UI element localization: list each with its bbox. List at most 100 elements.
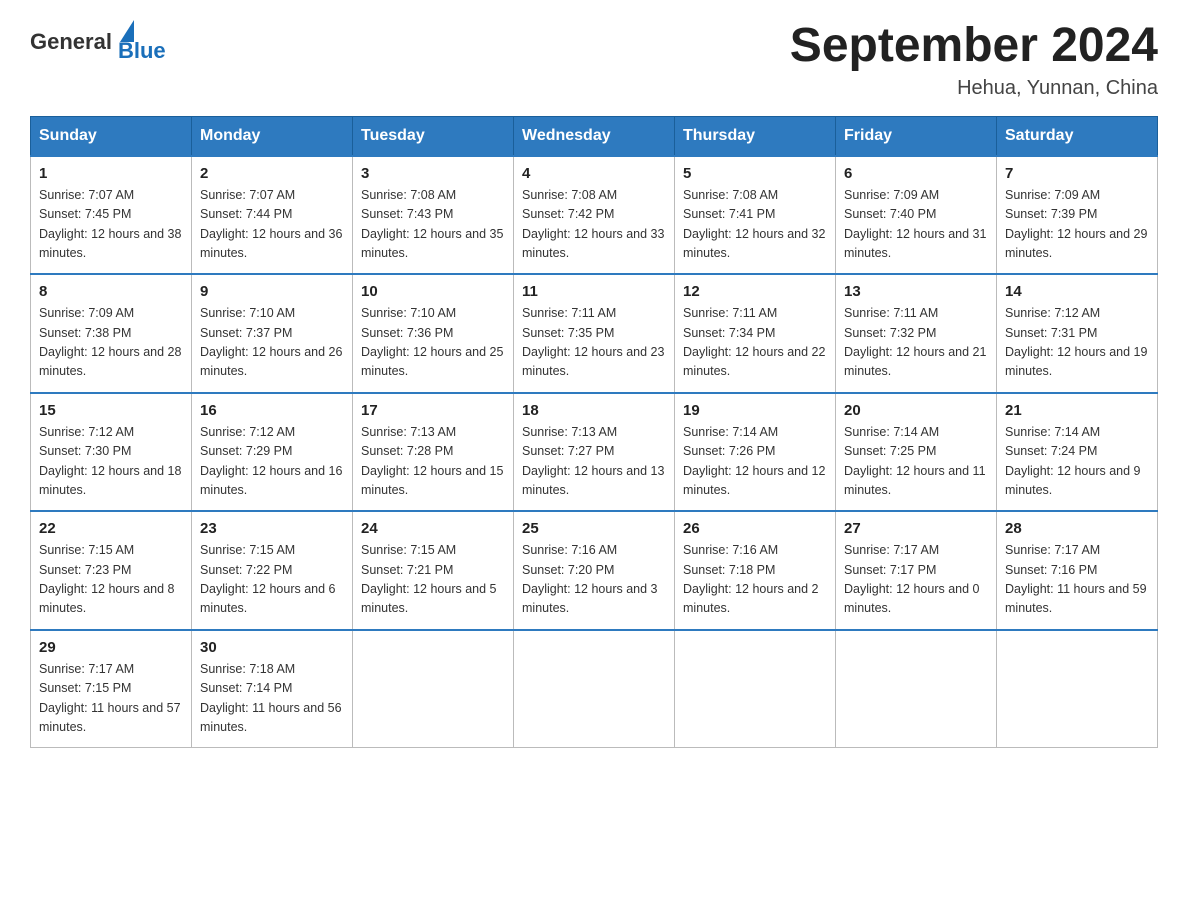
day-info: Sunrise: 7:16 AMSunset: 7:18 PMDaylight:… <box>683 543 819 615</box>
day-number: 1 <box>39 165 183 182</box>
day-info: Sunrise: 7:14 AMSunset: 7:26 PMDaylight:… <box>683 425 825 497</box>
day-number: 25 <box>522 520 666 537</box>
day-number: 26 <box>683 520 827 537</box>
day-number: 4 <box>522 165 666 182</box>
calendar-cell: 6Sunrise: 7:09 AMSunset: 7:40 PMDaylight… <box>836 156 997 275</box>
location: Hehua, Yunnan, China <box>790 77 1158 100</box>
day-info: Sunrise: 7:07 AMSunset: 7:44 PMDaylight:… <box>200 188 342 260</box>
calendar-cell: 25 Sunrise: 7:16 AMSunset: 7:20 PMDayligh… <box>514 511 675 630</box>
day-number: 21 <box>1005 402 1149 419</box>
day-info: Sunrise: 7:10 AMSunset: 7:36 PMDaylight:… <box>361 306 503 378</box>
logo-general: General <box>30 29 112 55</box>
day-info: Sunrise: 7:12 AMSunset: 7:30 PMDaylight:… <box>39 425 181 497</box>
calendar-cell: 16 Sunrise: 7:12 AMSunset: 7:29 PMDayligh… <box>192 393 353 512</box>
col-monday: Monday <box>192 116 353 156</box>
day-info: Sunrise: 7:17 AMSunset: 7:15 PMDaylight:… <box>39 662 181 734</box>
col-wednesday: Wednesday <box>514 116 675 156</box>
calendar-cell: 4 Sunrise: 7:08 AMSunset: 7:42 PMDaylight… <box>514 156 675 275</box>
day-info: Sunrise: 7:16 AMSunset: 7:20 PMDaylight:… <box>522 543 658 615</box>
day-info: Sunrise: 7:07 AMSunset: 7:45 PMDaylight:… <box>39 188 181 260</box>
col-saturday: Saturday <box>997 116 1158 156</box>
day-info: Sunrise: 7:09 AMSunset: 7:39 PMDaylight:… <box>1005 188 1147 260</box>
day-info: Sunrise: 7:15 AMSunset: 7:23 PMDaylight:… <box>39 543 175 615</box>
calendar-cell: 8 Sunrise: 7:09 AMSunset: 7:38 PMDaylight… <box>31 274 192 393</box>
day-info: Sunrise: 7:11 AMSunset: 7:35 PMDaylight:… <box>522 306 664 378</box>
calendar-cell: 5 Sunrise: 7:08 AMSunset: 7:41 PMDaylight… <box>675 156 836 275</box>
day-number: 30 <box>200 639 344 656</box>
calendar-cell <box>353 630 514 748</box>
calendar-cell <box>514 630 675 748</box>
day-info: Sunrise: 7:08 AMSunset: 7:41 PMDaylight:… <box>683 188 825 260</box>
calendar-cell: 9 Sunrise: 7:10 AMSunset: 7:37 PMDaylight… <box>192 274 353 393</box>
calendar-cell <box>675 630 836 748</box>
calendar-cell: 19Sunrise: 7:14 AMSunset: 7:26 PMDayligh… <box>675 393 836 512</box>
day-info: Sunrise: 7:11 AMSunset: 7:32 PMDaylight:… <box>844 306 986 378</box>
day-info: Sunrise: 7:08 AMSunset: 7:42 PMDaylight:… <box>522 188 664 260</box>
calendar-cell: 28 Sunrise: 7:17 AMSunset: 7:16 PMDayligh… <box>997 511 1158 630</box>
day-number: 23 <box>200 520 344 537</box>
day-number: 5 <box>683 165 827 182</box>
col-thursday: Thursday <box>675 116 836 156</box>
day-number: 14 <box>1005 283 1149 300</box>
calendar-cell: 27Sunrise: 7:17 AMSunset: 7:17 PMDayligh… <box>836 511 997 630</box>
calendar-cell: 17Sunrise: 7:13 AMSunset: 7:28 PMDayligh… <box>353 393 514 512</box>
day-info: Sunrise: 7:12 AMSunset: 7:31 PMDaylight:… <box>1005 306 1147 378</box>
day-number: 9 <box>200 283 344 300</box>
calendar-cell: 22 Sunrise: 7:15 AMSunset: 7:23 PMDayligh… <box>31 511 192 630</box>
calendar-cell: 21 Sunrise: 7:14 AMSunset: 7:24 PMDayligh… <box>997 393 1158 512</box>
day-info: Sunrise: 7:17 AMSunset: 7:17 PMDaylight:… <box>844 543 980 615</box>
calendar-cell: 24Sunrise: 7:15 AMSunset: 7:21 PMDayligh… <box>353 511 514 630</box>
calendar-week-row: 22 Sunrise: 7:15 AMSunset: 7:23 PMDayligh… <box>31 511 1158 630</box>
calendar-cell: 7 Sunrise: 7:09 AMSunset: 7:39 PMDaylight… <box>997 156 1158 275</box>
calendar-cell <box>836 630 997 748</box>
calendar-week-row: 1 Sunrise: 7:07 AMSunset: 7:45 PMDaylight… <box>31 156 1158 275</box>
day-info: Sunrise: 7:14 AMSunset: 7:24 PMDaylight:… <box>1005 425 1141 497</box>
calendar-cell: 10 Sunrise: 7:10 AMSunset: 7:36 PMDayligh… <box>353 274 514 393</box>
title-block: September 2024 Hehua, Yunnan, China <box>790 20 1158 100</box>
calendar-cell: 23 Sunrise: 7:15 AMSunset: 7:22 PMDayligh… <box>192 511 353 630</box>
day-number: 11 <box>522 283 666 300</box>
calendar-cell: 26 Sunrise: 7:16 AMSunset: 7:18 PMDayligh… <box>675 511 836 630</box>
calendar-cell: 29Sunrise: 7:17 AMSunset: 7:15 PMDayligh… <box>31 630 192 748</box>
day-info: Sunrise: 7:13 AMSunset: 7:27 PMDaylight:… <box>522 425 664 497</box>
day-info: Sunrise: 7:11 AMSunset: 7:34 PMDaylight:… <box>683 306 825 378</box>
day-info: Sunrise: 7:10 AMSunset: 7:37 PMDaylight:… <box>200 306 342 378</box>
day-number: 10 <box>361 283 505 300</box>
day-number: 16 <box>200 402 344 419</box>
calendar-cell: 2 Sunrise: 7:07 AMSunset: 7:44 PMDaylight… <box>192 156 353 275</box>
day-number: 12 <box>683 283 827 300</box>
day-info: Sunrise: 7:15 AMSunset: 7:22 PMDaylight:… <box>200 543 336 615</box>
calendar-cell: 14 Sunrise: 7:12 AMSunset: 7:31 PMDayligh… <box>997 274 1158 393</box>
calendar-cell: 1 Sunrise: 7:07 AMSunset: 7:45 PMDaylight… <box>31 156 192 275</box>
calendar-cell: 15Sunrise: 7:12 AMSunset: 7:30 PMDayligh… <box>31 393 192 512</box>
day-info: Sunrise: 7:09 AMSunset: 7:38 PMDaylight:… <box>39 306 181 378</box>
day-number: 3 <box>361 165 505 182</box>
page-header: General Blue September 2024 Hehua, Yunna… <box>30 20 1158 100</box>
day-number: 2 <box>200 165 344 182</box>
day-number: 7 <box>1005 165 1149 182</box>
day-number: 18 <box>522 402 666 419</box>
calendar-week-row: 29Sunrise: 7:17 AMSunset: 7:15 PMDayligh… <box>31 630 1158 748</box>
day-info: Sunrise: 7:17 AMSunset: 7:16 PMDaylight:… <box>1005 543 1147 615</box>
day-number: 8 <box>39 283 183 300</box>
day-info: Sunrise: 7:14 AMSunset: 7:25 PMDaylight:… <box>844 425 986 497</box>
calendar-cell: 11 Sunrise: 7:11 AMSunset: 7:35 PMDayligh… <box>514 274 675 393</box>
day-number: 13 <box>844 283 988 300</box>
day-info: Sunrise: 7:13 AMSunset: 7:28 PMDaylight:… <box>361 425 503 497</box>
day-info: Sunrise: 7:08 AMSunset: 7:43 PMDaylight:… <box>361 188 503 260</box>
calendar-cell: 12 Sunrise: 7:11 AMSunset: 7:34 PMDayligh… <box>675 274 836 393</box>
day-number: 28 <box>1005 520 1149 537</box>
day-info: Sunrise: 7:18 AMSunset: 7:14 PMDaylight:… <box>200 662 342 734</box>
day-number: 6 <box>844 165 988 182</box>
calendar-header-row: Sunday Monday Tuesday Wednesday Thursday… <box>31 116 1158 156</box>
col-tuesday: Tuesday <box>353 116 514 156</box>
calendar-cell: 30 Sunrise: 7:18 AMSunset: 7:14 PMDayligh… <box>192 630 353 748</box>
calendar-cell <box>997 630 1158 748</box>
calendar-week-row: 15Sunrise: 7:12 AMSunset: 7:30 PMDayligh… <box>31 393 1158 512</box>
day-info: Sunrise: 7:12 AMSunset: 7:29 PMDaylight:… <box>200 425 342 497</box>
day-number: 22 <box>39 520 183 537</box>
calendar-cell: 3 Sunrise: 7:08 AMSunset: 7:43 PMDaylight… <box>353 156 514 275</box>
logo: General Blue <box>30 20 166 64</box>
calendar-table: Sunday Monday Tuesday Wednesday Thursday… <box>30 116 1158 749</box>
day-info: Sunrise: 7:15 AMSunset: 7:21 PMDaylight:… <box>361 543 497 615</box>
